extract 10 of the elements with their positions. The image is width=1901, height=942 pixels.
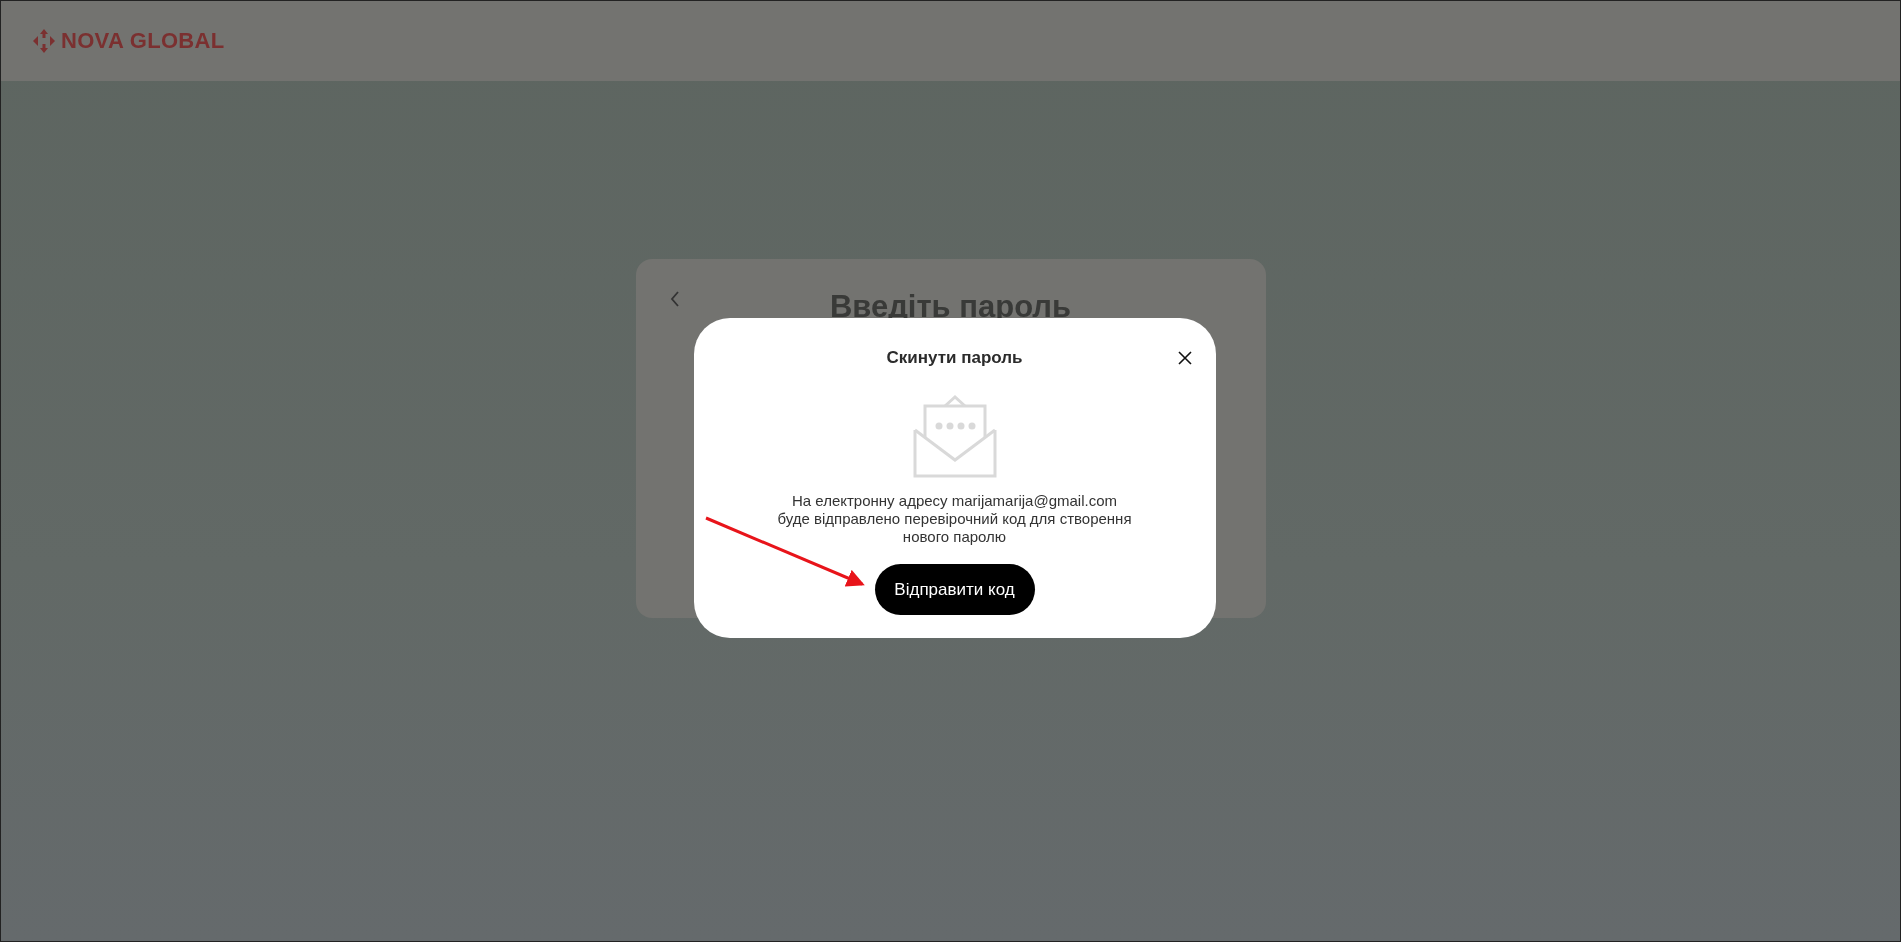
dialog-message: На електронну адресу marijamarija@gmail.com буде відправлено перевірочний код для створення нового паролю (777, 492, 1132, 546)
close-button[interactable] (1175, 349, 1194, 367)
page-title: Введіть пароль (829, 289, 1072, 325)
logo-icon (33, 29, 55, 53)
dialog-title: Скинути пароль (886, 348, 1023, 368)
send-code-button[interactable]: Відправити код (874, 564, 1035, 615)
envelope-icon (912, 394, 997, 478)
logo-text: NOVA GLOBAL (61, 28, 225, 54)
close-icon (1177, 351, 1192, 365)
chevron-left-icon (669, 291, 680, 307)
